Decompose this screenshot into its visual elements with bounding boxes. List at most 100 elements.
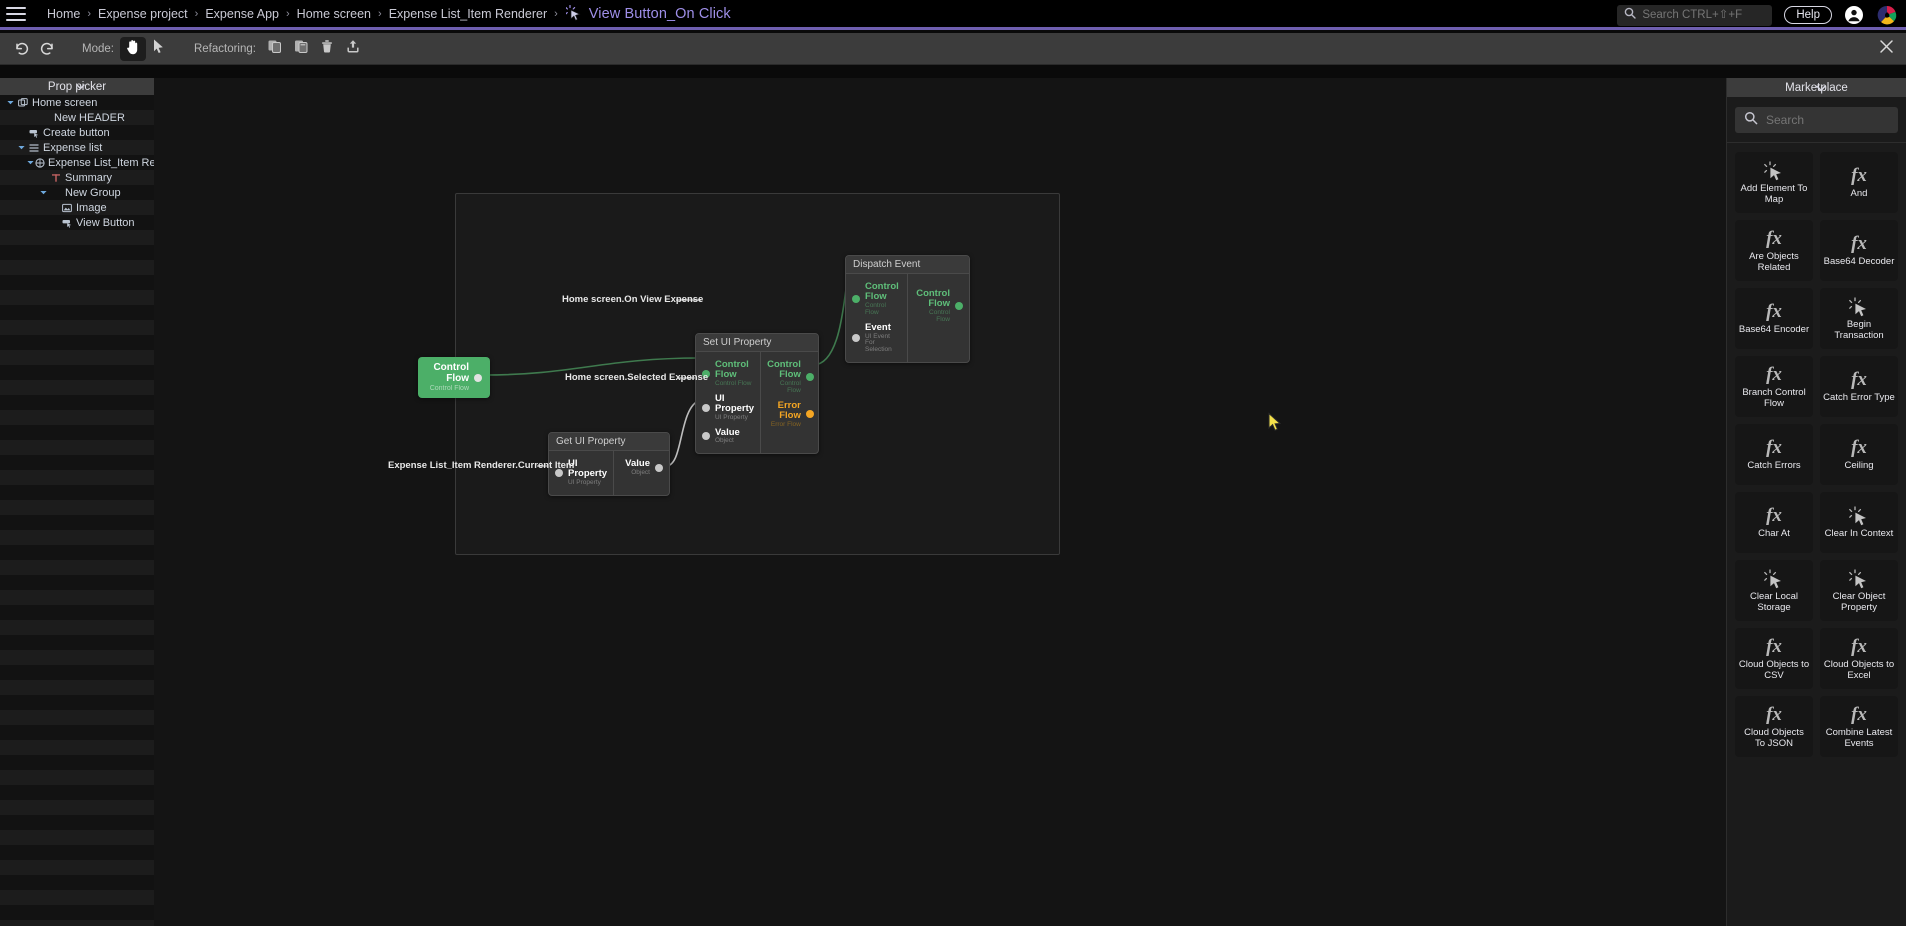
breadcrumb: Home › Expense project › Expense App › H… [40,5,731,22]
fx-function-icon: fx [1851,437,1867,459]
tree-empty-row [0,275,154,290]
tree-item-label: Create button [43,127,110,139]
marketplace-item-clear-local-storage[interactable]: Clear Local Storage [1735,560,1813,621]
marketplace-item-cloud-objects-to-json[interactable]: fxCloud Objects To JSON [1735,696,1813,757]
breadcrumb-separator: › [554,8,558,20]
marketplace-item-are-objects-related[interactable]: fxAre Objects Related [1735,220,1813,281]
chevron-down-icon[interactable] [1731,82,1906,97]
marketplace-header: Marketplace [1727,78,1906,97]
breadcrumb-item-home-screen[interactable]: Home screen [290,7,378,21]
breadcrumb-item-expense-project[interactable]: Expense project [91,7,195,21]
marketplace-item-and[interactable]: fxAnd [1820,152,1898,213]
fx-function-icon: fx [1851,369,1867,391]
tree-item-summary[interactable]: Summary [0,170,154,185]
marketplace-item-cloud-objects-to-csv[interactable]: fxCloud Objects to CSV [1735,628,1813,689]
chevron-down-icon[interactable] [4,98,16,107]
marketplace-search[interactable] [1735,107,1898,133]
port-dot[interactable] [655,464,663,472]
tree-item-expense-list-item-rend[interactable]: Expense List_Item Rend... [0,155,154,170]
tree-empty-row [0,800,154,815]
fx-function-icon: fx [1851,233,1867,255]
port-dot[interactable] [806,373,814,381]
port-name: Error Flow [767,401,801,421]
marketplace-item-combine-latest-events[interactable]: fxCombine Latest Events [1820,696,1898,757]
delete-button[interactable] [314,37,340,61]
tree-item-new-header[interactable]: New HEADER [0,110,154,125]
tree-empty-row [0,650,154,665]
marketplace-search-input[interactable] [1766,113,1889,127]
tree-item-expense-list[interactable]: Expense list [0,140,154,155]
top-bar-actions: Help [1617,0,1900,30]
chevron-down-icon[interactable] [26,158,35,167]
port-dot[interactable] [806,410,814,418]
marketplace-item-clear-in-context[interactable]: Clear In Context [1820,492,1898,553]
port-out-error-flow[interactable]: Error FlowError Flow [761,398,820,432]
port-dot[interactable] [702,432,710,440]
marketplace-item-begin-transaction[interactable]: Begin Transaction [1820,288,1898,349]
port-in-control-flow[interactable]: Control FlowControl Flow [846,279,907,320]
undo-arrow-icon[interactable] [8,37,34,61]
redo-arrow-icon[interactable] [34,37,60,61]
node-set-ui-property[interactable]: Set UI Property Control FlowControl Flow… [695,333,819,454]
start-control-flow-node[interactable]: Control Flow Control Flow [418,357,490,398]
marketplace-item-base64-encoder[interactable]: fxBase64 Encoder [1735,288,1813,349]
tree-empty-row [0,530,154,545]
marketplace-item-ceiling[interactable]: fxCeiling [1820,424,1898,485]
chevron-down-icon[interactable] [3,81,157,95]
marketplace-item-clear-object-property[interactable]: Clear Object Property [1820,560,1898,621]
port-in-ui-property[interactable]: UI PropertyUI Property [696,391,760,425]
marketplace-item-add-element-to-map[interactable]: Add Element To Map [1735,152,1813,213]
port-in-event[interactable]: EventUI Event For Selection [846,320,907,357]
port-dot[interactable] [955,302,963,310]
port-in-value[interactable]: ValueObject [696,425,760,449]
tree-empty-row [0,560,154,575]
click-action-icon [1849,505,1869,527]
chevron-down-icon[interactable] [37,188,49,197]
help-button[interactable]: Help [1784,6,1832,24]
marketplace-item-cloud-objects-to-excel[interactable]: fxCloud Objects to Excel [1820,628,1898,689]
breadcrumb-item-expense-list-item-renderer[interactable]: Expense List_Item Renderer [382,7,554,21]
port-out-control-flow[interactable]: Control FlowControl Flow [761,357,820,398]
marketplace-item-label: Are Objects Related [1738,252,1810,273]
marketplace-item-char-at[interactable]: fxChar At [1735,492,1813,553]
hamburger-menu-icon[interactable] [6,7,26,21]
marketplace-item-base64-decoder[interactable]: fx Base64 Decoder [1820,220,1898,281]
port-dot[interactable] [852,295,860,303]
fx-function-icon: fx [1766,437,1782,459]
brand-logo-icon[interactable] [1876,4,1898,26]
account-avatar-icon[interactable] [1844,5,1864,25]
copy-button[interactable] [262,37,288,61]
paste-button[interactable] [288,37,314,61]
marketplace-item-label: Base64 Decoder [1824,257,1895,268]
breadcrumb-item-home[interactable]: Home [40,7,87,21]
marketplace-item-label: Base64 Encoder [1739,325,1809,336]
chevron-down-icon[interactable] [15,143,27,152]
tree-empty-row [0,770,154,785]
marketplace-item-catch-errors[interactable]: fx Catch Errors [1735,424,1813,485]
port-dot[interactable] [702,404,710,412]
flow-canvas[interactable]: Control Flow Control Flow Set UI Propert… [154,78,1726,926]
breadcrumb-item-expense-app[interactable]: Expense App [198,7,286,21]
node-dispatch-event[interactable]: Dispatch Event Control FlowControl Flow … [845,255,970,363]
search-input[interactable] [1642,9,1765,21]
marketplace-item-label: Catch Errors [1747,461,1800,472]
tree-item-new-group[interactable]: New Group [0,185,154,200]
port-out-value[interactable]: ValueObject [614,456,669,480]
port-out-control-flow[interactable]: Control FlowControl Flow [908,279,969,327]
port-dot[interactable] [852,334,860,342]
tree-item-view-button[interactable]: View Button [0,215,154,230]
close-button[interactable] [1876,39,1896,59]
mode-select-button[interactable] [146,37,172,61]
marketplace-item-catch-error-type[interactable]: fxCatch Error Type [1820,356,1898,417]
tree-item-home-screen[interactable]: Home screen [0,95,154,110]
tree-item-create-button[interactable]: Create button [0,125,154,140]
port-dot[interactable] [474,374,482,382]
export-button[interactable] [340,37,366,61]
tree-item-image[interactable]: Image [0,200,154,215]
mode-pan-button[interactable] [120,37,146,61]
global-search[interactable] [1617,5,1772,26]
editor-toolbar: Mode: Refactoring: [0,33,1906,65]
marketplace-item-branch-control-flow[interactable]: fxBranch Control Flow [1735,356,1813,417]
port-name: Value [625,459,650,469]
prop-picker-tree: Home screenNew HEADERCreate buttonExpens… [0,95,154,920]
